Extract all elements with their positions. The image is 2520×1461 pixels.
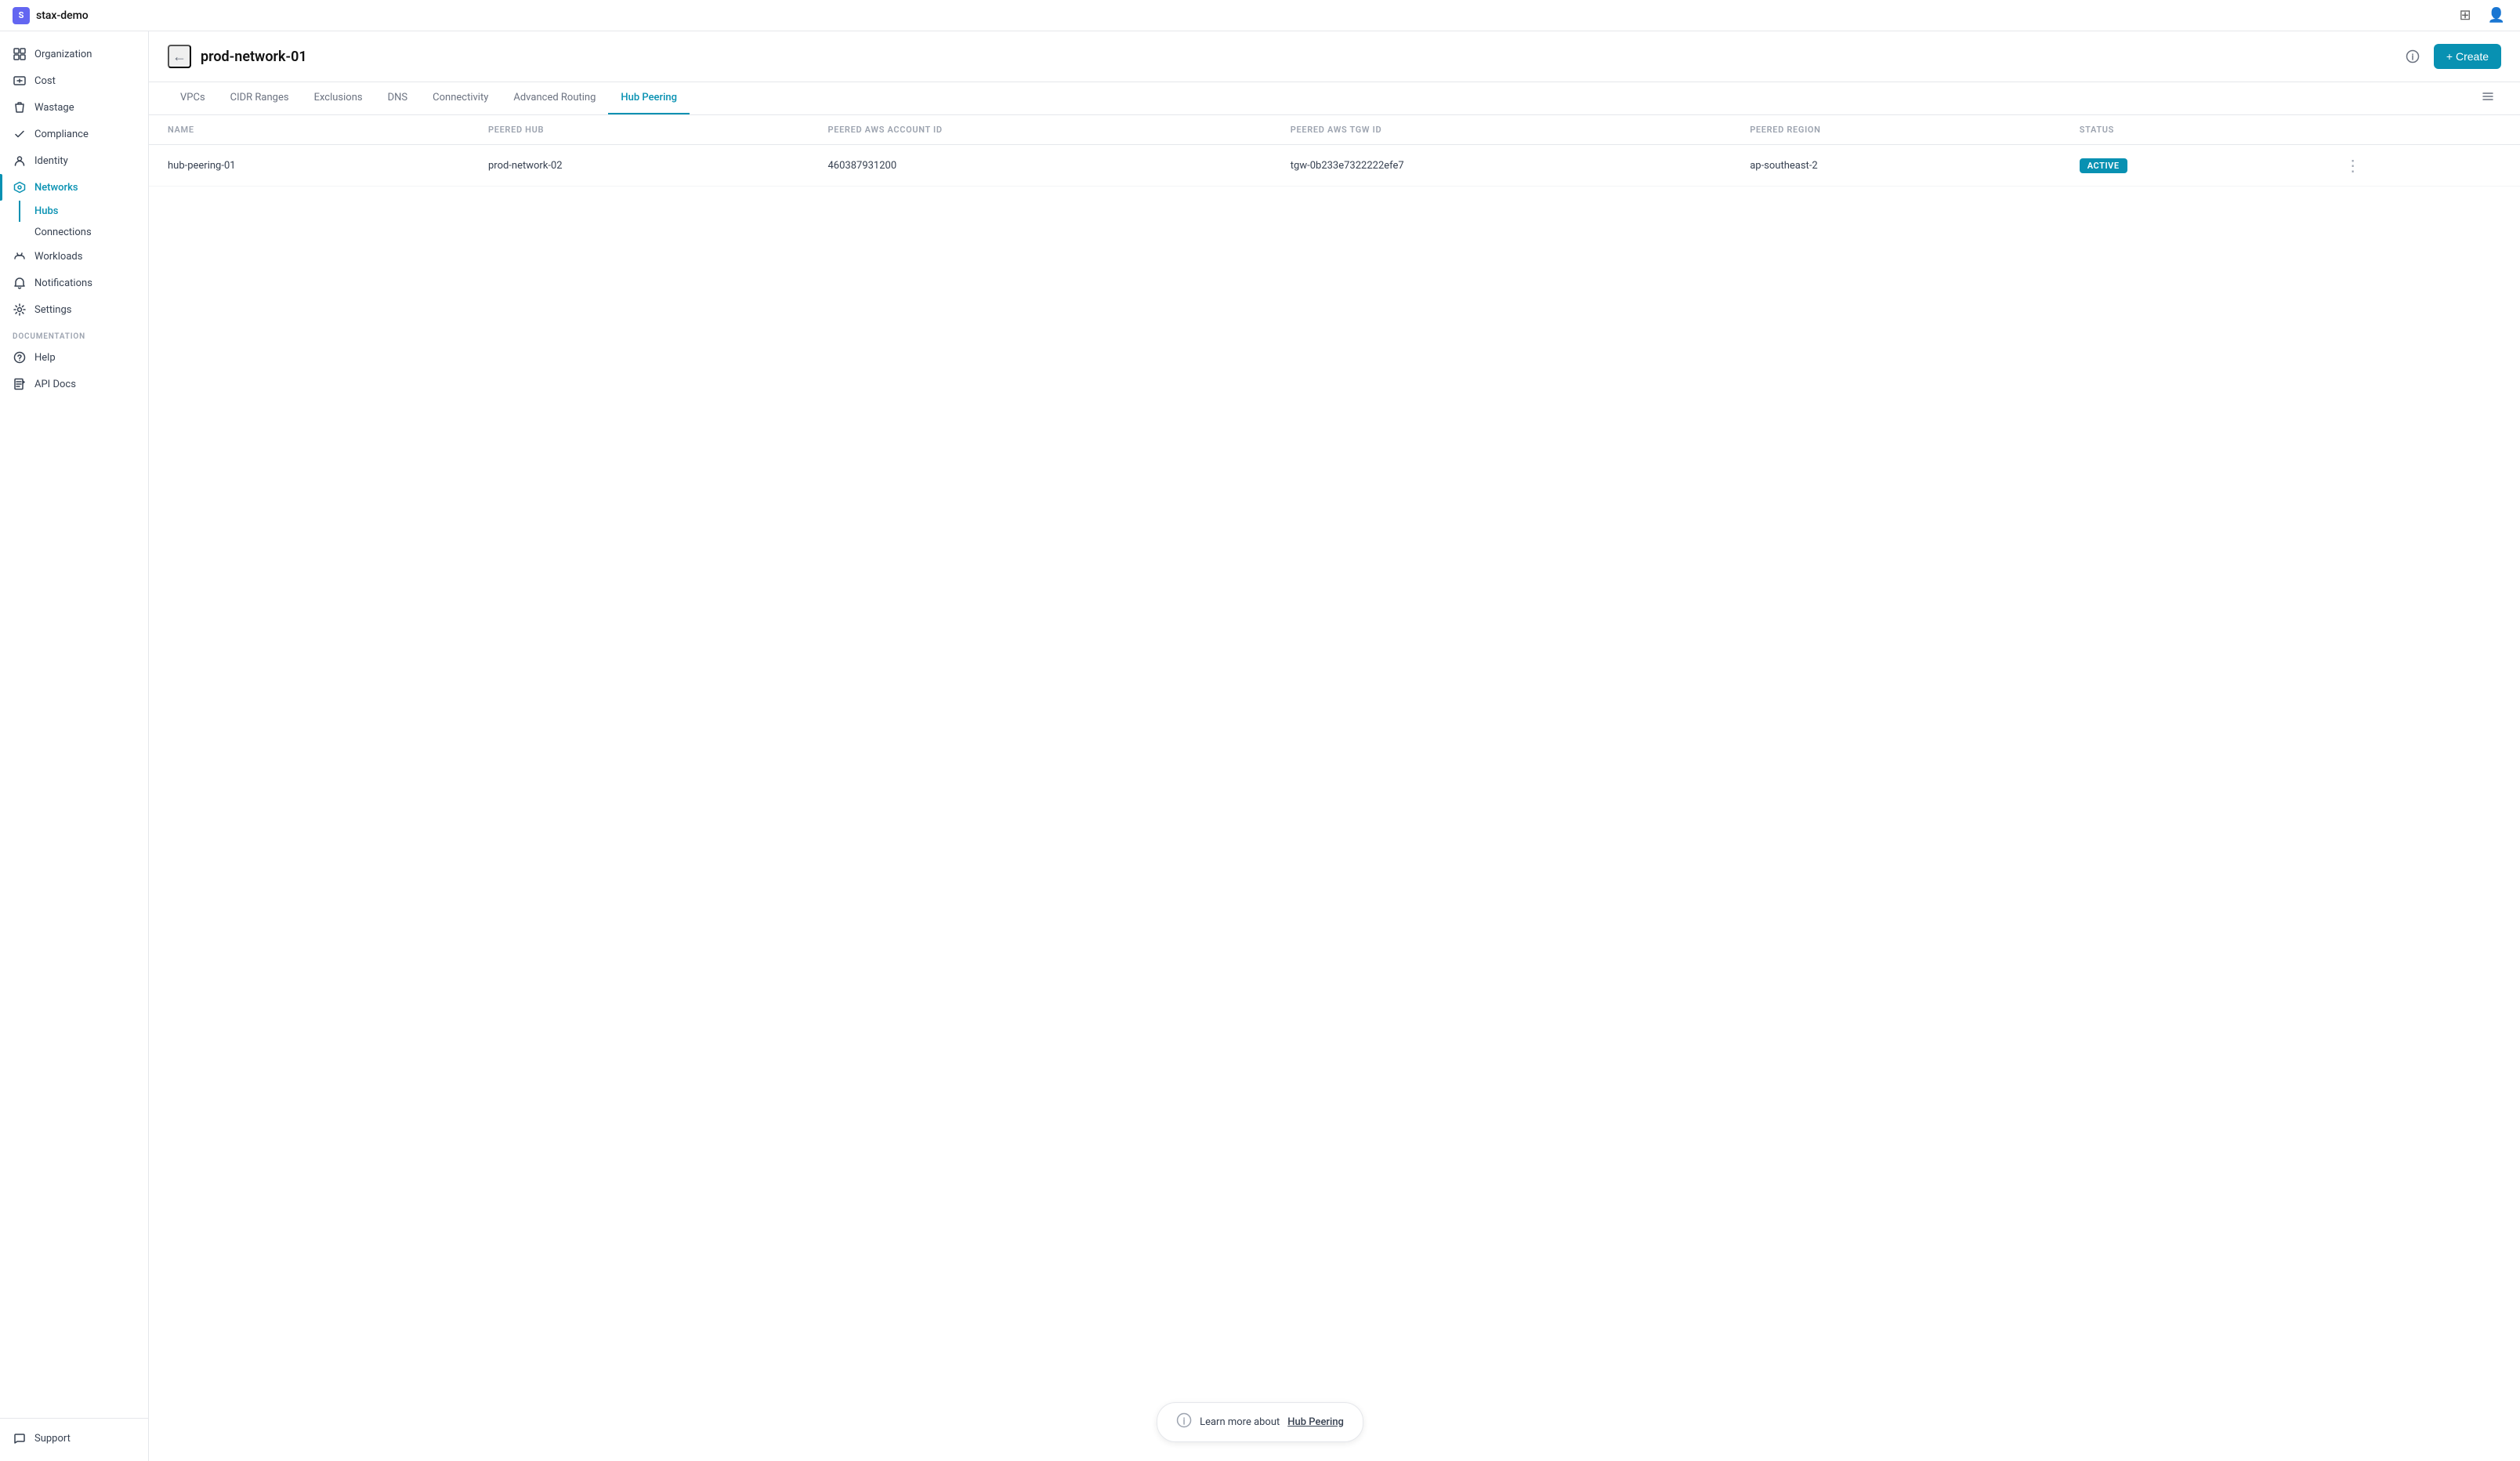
wastage-icon [13,100,27,114]
main-content: ← prod-network-01 + Create VPCs CIDR Ran… [149,31,2520,1461]
column-toggle-button[interactable] [2475,86,2501,111]
sidebar-item-help-label: Help [34,352,56,364]
page-title: prod-network-01 [201,49,307,65]
row-actions-button[interactable]: ⋮ [2339,154,2367,176]
documentation-section-label: DOCUMENTATION [0,323,148,344]
networks-icon [13,180,27,194]
cell-name: hub-peering-01 [149,145,469,187]
identity-icon [13,154,27,168]
page-header-left: ← prod-network-01 [168,45,307,68]
cell-peered-hub: prod-network-02 [469,145,809,187]
info-button[interactable] [2401,45,2424,68]
sidebar-item-api-docs[interactable]: API Docs [0,371,148,397]
tab-exclusions[interactable]: Exclusions [302,82,375,114]
sidebar-item-cost[interactable]: Cost [0,67,148,94]
sidebar-item-help[interactable]: Help [0,344,148,371]
topbar-right: ⊞ 👤 [2454,5,2507,27]
sidebar-subitem-connections-label: Connections [34,227,92,238]
sidebar-item-wastage-label: Wastage [34,102,74,114]
compliance-icon [13,127,27,141]
sidebar-item-support-label: Support [34,1433,71,1445]
sidebar-item-organization-label: Organization [34,49,92,60]
sidebar-item-workloads-label: Workloads [34,251,82,263]
tab-connectivity[interactable]: Connectivity [420,82,501,114]
app-logo: S [13,7,30,24]
tab-advanced-routing[interactable]: Advanced Routing [501,82,608,114]
sidebar-item-notifications-label: Notifications [34,277,92,289]
app-name: stax-demo [36,9,89,22]
page-header: ← prod-network-01 + Create [149,31,2520,82]
sidebar-item-wastage[interactable]: Wastage [0,94,148,121]
back-button[interactable]: ← [168,45,191,68]
tab-hub-peering[interactable]: Hub Peering [608,82,690,114]
sidebar: Organization Cost Wastage Compliance Ide… [0,31,149,1461]
topbar: S stax-demo ⊞ 👤 [0,0,2520,31]
tab-vpcs[interactable]: VPCs [168,82,218,114]
col-header-actions [2320,115,2520,145]
tab-dns[interactable]: DNS [375,82,421,114]
sidebar-item-api-docs-label: API Docs [34,379,76,390]
sidebar-item-notifications[interactable]: Notifications [0,270,148,296]
sidebar-item-organization[interactable]: Organization [0,41,148,67]
sidebar-subitem-hubs[interactable]: Hubs [0,201,148,222]
tabs-bar: VPCs CIDR Ranges Exclusions DNS Connecti… [149,82,2520,115]
col-header-peered-hub: PEERED HUB [469,115,809,145]
hub-peering-table: NAME PEERED HUB PEERED AWS ACCOUNT ID PE… [149,115,2520,187]
col-header-name: NAME [149,115,469,145]
tab-cidr-ranges[interactable]: CIDR Ranges [218,82,302,114]
sidebar-subitem-hubs-label: Hubs [34,205,58,217]
api-docs-icon [13,377,27,391]
help-icon [13,350,27,364]
sidebar-item-identity[interactable]: Identity [0,147,148,174]
sidebar-item-workloads[interactable]: Workloads [0,243,148,270]
col-header-peered-aws-account-id: PEERED AWS ACCOUNT ID [809,115,1271,145]
settings-icon [13,303,27,317]
col-header-peered-aws-tgw-id: PEERED AWS TGW ID [1272,115,1731,145]
cell-peered-aws-tgw-id: tgw-0b233e7322222efe7 [1272,145,1731,187]
cell-peered-region: ap-southeast-2 [1731,145,2061,187]
sidebar-subitem-connections[interactable]: Connections [0,222,148,243]
create-button[interactable]: + Create [2434,44,2501,69]
cell-row-actions: ⋮ [2320,145,2520,187]
bottom-info-text: Learn more about [1200,1416,1280,1428]
status-badge: ACTIVE [2080,158,2127,173]
sidebar-item-networks[interactable]: Networks [0,174,148,201]
sidebar-item-support[interactable]: Support [0,1425,148,1452]
sidebar-item-cost-label: Cost [34,75,56,87]
cell-status: ACTIVE [2061,145,2320,187]
bottom-info-bar: Learn more about Hub Peering [1157,1402,1363,1442]
topbar-left: S stax-demo [13,7,89,24]
sidebar-item-compliance[interactable]: Compliance [0,121,148,147]
table-row: hub-peering-01 prod-network-02 460387931… [149,145,2520,187]
sidebar-bottom: Support [0,1418,148,1452]
table-container: NAME PEERED HUB PEERED AWS ACCOUNT ID PE… [149,115,2520,1461]
tabs-actions [2475,86,2501,111]
notifications-icon [13,276,27,290]
support-icon [13,1431,27,1445]
page-header-right: + Create [2401,44,2501,69]
sidebar-item-networks-label: Networks [34,182,78,194]
bottom-info-link[interactable]: Hub Peering [1287,1416,1344,1428]
user-icon[interactable]: 👤 [2486,5,2507,27]
sidebar-item-settings-label: Settings [34,304,71,316]
sidebar-item-settings[interactable]: Settings [0,296,148,323]
col-header-status: STATUS [2061,115,2320,145]
sidebar-item-compliance-label: Compliance [34,129,89,140]
bottom-info-icon [1176,1412,1192,1432]
cost-icon [13,74,27,88]
col-header-peered-region: PEERED REGION [1731,115,2061,145]
cell-peered-aws-account-id: 460387931200 [809,145,1271,187]
grid-icon[interactable]: ⊞ [2454,5,2476,27]
workloads-icon [13,249,27,263]
organization-icon [13,47,27,61]
sidebar-item-identity-label: Identity [34,155,68,167]
